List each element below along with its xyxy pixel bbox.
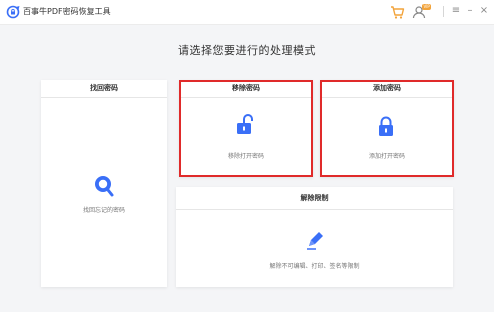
- add-password-title: 添加密码: [320, 80, 454, 98]
- menu-button[interactable]: ≡: [450, 5, 462, 17]
- unlock-icon: [237, 114, 253, 134]
- add-password-caption: 添加打开密码: [368, 153, 405, 160]
- remove-restrictions-caption: 解除不可编辑、打印、签名等限制: [269, 263, 360, 270]
- page-heading: 请选择您要进行的处理模式: [178, 44, 316, 57]
- lock-icon: [379, 116, 393, 136]
- user-vip-button[interactable]: VIP: [412, 4, 436, 20]
- cart-icon[interactable]: [389, 4, 405, 20]
- app-title: 百事牛PDF密码恢复工具: [23, 7, 111, 16]
- minimize-button[interactable]: –: [464, 5, 476, 17]
- find-password-caption: 找回忘记的密码: [82, 207, 125, 214]
- find-password-card[interactable]: 找回密码 找回忘记的密码: [41, 80, 167, 287]
- remove-password-caption: 移除打开密码: [227, 153, 264, 160]
- remove-password-title: 移除密码: [179, 80, 313, 98]
- find-password-title: 找回密码: [41, 80, 167, 98]
- app-logo-icon: [6, 5, 20, 19]
- title-bar: 百事牛PDF密码恢复工具 VIP ≡ – ×: [0, 0, 494, 25]
- pencil-icon: [307, 232, 323, 250]
- remove-restrictions-title: 解除限制: [176, 187, 453, 210]
- title-bar-divider: [443, 6, 444, 17]
- search-magnifier-icon: [95, 176, 114, 197]
- close-button[interactable]: ×: [478, 5, 490, 17]
- remove-password-card[interactable]: 移除密码 移除打开密码: [179, 80, 313, 177]
- add-password-card[interactable]: 添加密码 添加打开密码: [320, 80, 454, 177]
- remove-restrictions-card[interactable]: 解除限制 解除不可编辑、打印、签名等限制: [176, 187, 453, 287]
- vip-badge: VIP: [422, 4, 432, 10]
